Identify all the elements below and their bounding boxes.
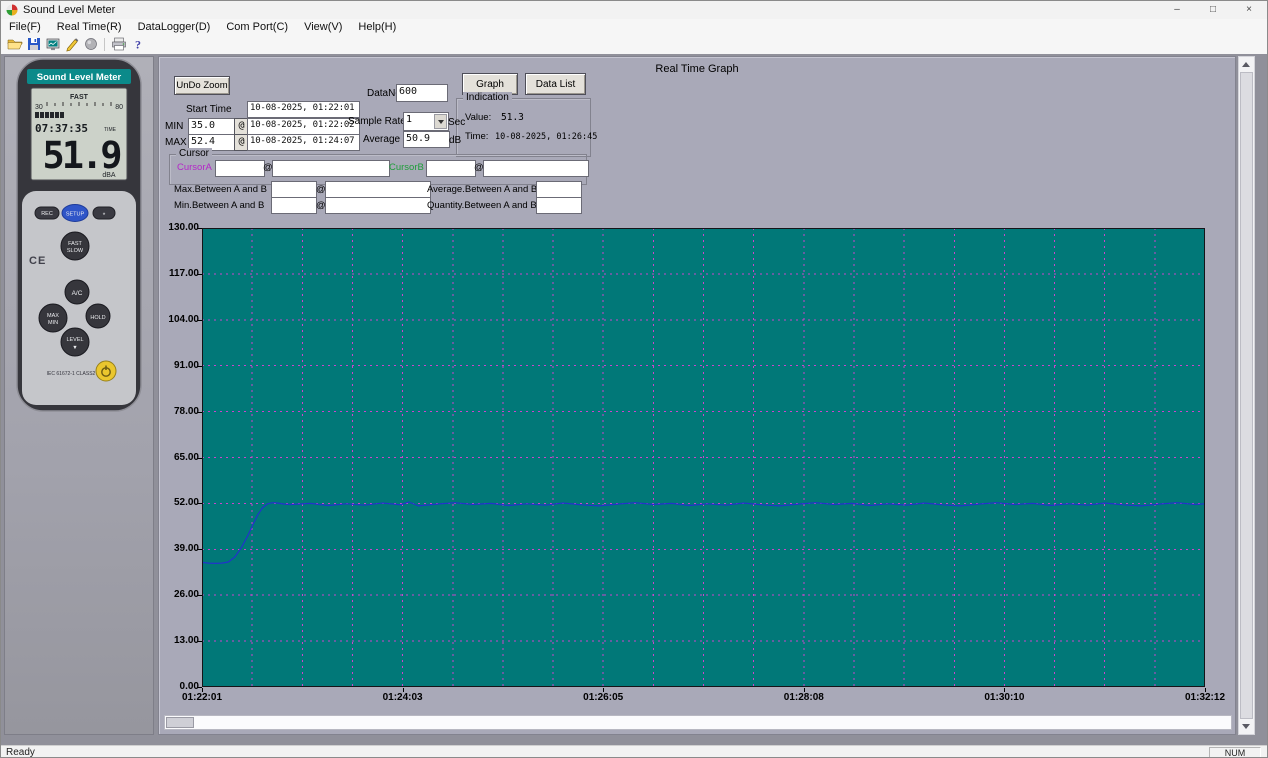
level-label: LEVEL xyxy=(66,337,83,343)
open-icon[interactable] xyxy=(5,35,24,53)
fast-label: FAST xyxy=(68,241,82,247)
axis-tick xyxy=(198,228,202,229)
scroll-up-icon[interactable] xyxy=(1242,62,1250,67)
window-title: Sound Level Meter xyxy=(23,4,115,16)
y-axis-label: 91.00 xyxy=(159,360,199,371)
axis-tick xyxy=(403,688,404,692)
lcd-value: 51.9 xyxy=(42,134,120,177)
print-icon[interactable] xyxy=(109,35,128,53)
x-axis-label: 01:22:01 xyxy=(158,692,247,703)
axis-tick xyxy=(1205,688,1206,692)
y-axis-label: 26.00 xyxy=(159,589,199,600)
graph-area: 130.00 117.00 104.00 91.00 78.00 65.00 52.00 39… xyxy=(159,57,1235,734)
y-axis-label: 0.00 xyxy=(159,681,199,692)
axis-tick xyxy=(198,366,202,367)
y-axis-label: 130.00 xyxy=(159,222,199,233)
help-icon[interactable]: ? xyxy=(128,35,147,53)
save-icon[interactable] xyxy=(24,35,43,53)
maximize-button[interactable]: □ xyxy=(1195,1,1231,19)
menu-bar: File(F) Real Time(R) DataLogger(D) Com P… xyxy=(1,19,1267,34)
axis-tick xyxy=(198,503,202,504)
axis-tick xyxy=(198,320,202,321)
lcd-unit: dBA xyxy=(102,172,116,179)
real-time-graph-panel: Real Time Graph UnDo Zoom DataNo. 600 Gr… xyxy=(158,56,1236,735)
realtime-monitor-icon[interactable] xyxy=(43,35,62,53)
y-axis-label: 39.00 xyxy=(159,543,199,554)
ac-label: A/C xyxy=(72,290,83,297)
horizontal-scrollbar[interactable] xyxy=(164,715,1232,730)
min-label: MIN xyxy=(48,320,58,326)
x-axis-label: 01:24:03 xyxy=(358,692,448,703)
device-brand: Sound Level Meter xyxy=(37,72,122,83)
max-label: MAX xyxy=(47,313,59,319)
power-button xyxy=(96,361,116,381)
close-button[interactable]: × xyxy=(1231,1,1267,19)
y-axis-label: 117.00 xyxy=(159,268,199,279)
setup-pen-icon[interactable] xyxy=(62,35,81,53)
menu-datalogger[interactable]: DataLogger(D) xyxy=(130,21,219,33)
axis-tick xyxy=(603,688,604,692)
lcd-scale-high: 80 xyxy=(115,104,123,111)
slow-label: SLOW xyxy=(67,248,84,254)
menu-help[interactable]: Help(H) xyxy=(350,21,404,33)
status-num-indicator: NUM xyxy=(1209,747,1261,758)
client-area: Sound Level Meter FAST 30 80 07:37 xyxy=(1,54,1268,745)
stop-record-icon[interactable] xyxy=(81,35,100,53)
toolbar-separator xyxy=(104,38,105,51)
rec-button-label: REC xyxy=(41,211,53,217)
ce-mark: CE xyxy=(29,255,46,267)
status-text: Ready xyxy=(6,747,35,758)
menu-real-time[interactable]: Real Time(R) xyxy=(49,21,130,33)
app-window: Sound Level Meter – □ × File(F) Real Tim… xyxy=(0,0,1268,758)
axis-tick xyxy=(198,412,202,413)
x-axis-label: 01:28:08 xyxy=(759,692,849,703)
realtime-chart[interactable] xyxy=(202,228,1205,687)
lcd-scale-low: 30 xyxy=(35,104,43,111)
lcd-clock-label: TIME xyxy=(104,127,117,133)
app-icon xyxy=(6,4,18,16)
axis-tick xyxy=(202,688,203,692)
x-axis-label: 01:30:10 xyxy=(959,692,1049,703)
status-bar: Ready NUM xyxy=(1,745,1267,758)
axis-tick xyxy=(198,274,202,275)
title-bar: Sound Level Meter – □ × xyxy=(1,1,1267,19)
y-axis-label: 104.00 xyxy=(159,314,199,325)
setup-button-label: SETUP xyxy=(66,212,85,218)
lcd-mode: FAST xyxy=(70,94,89,101)
hold-label: HOLD xyxy=(90,315,105,321)
axis-tick xyxy=(198,641,202,642)
horizontal-scrollbar-thumb[interactable] xyxy=(166,717,194,728)
minimize-button[interactable]: – xyxy=(1159,1,1195,19)
axis-tick xyxy=(198,549,202,550)
plot[interactable] xyxy=(202,228,1205,687)
axis-tick xyxy=(198,595,202,596)
svg-text:?: ? xyxy=(135,38,141,52)
x-axis-label: 01:32:12 xyxy=(1160,692,1236,703)
toolbar: ? xyxy=(1,34,1268,55)
y-axis-label: 65.00 xyxy=(159,452,199,463)
device-panel: Sound Level Meter FAST 30 80 07:37 xyxy=(4,56,154,735)
level-arrow: ▼ xyxy=(72,345,77,351)
vertical-scrollbar-thumb[interactable] xyxy=(1240,72,1253,719)
axis-tick xyxy=(198,458,202,459)
menu-com-port[interactable]: Com Port(C) xyxy=(218,21,296,33)
window-controls: – □ × xyxy=(1159,1,1267,19)
y-axis-label: 13.00 xyxy=(159,635,199,646)
axis-tick xyxy=(804,688,805,692)
axis-tick xyxy=(1004,688,1005,692)
scroll-down-icon[interactable] xyxy=(1242,724,1250,729)
y-axis-label: 52.00 xyxy=(159,497,199,508)
menu-view[interactable]: View(V) xyxy=(296,21,350,33)
vertical-scrollbar[interactable] xyxy=(1238,56,1255,735)
menu-file[interactable]: File(F) xyxy=(1,21,49,33)
iec-class-label: IEC 61672-1 CLASS2 xyxy=(47,371,96,377)
device-image: Sound Level Meter FAST 30 80 07:37 xyxy=(5,57,151,457)
x-axis-label: 01:26:05 xyxy=(558,692,648,703)
y-axis-label: 78.00 xyxy=(159,406,199,417)
